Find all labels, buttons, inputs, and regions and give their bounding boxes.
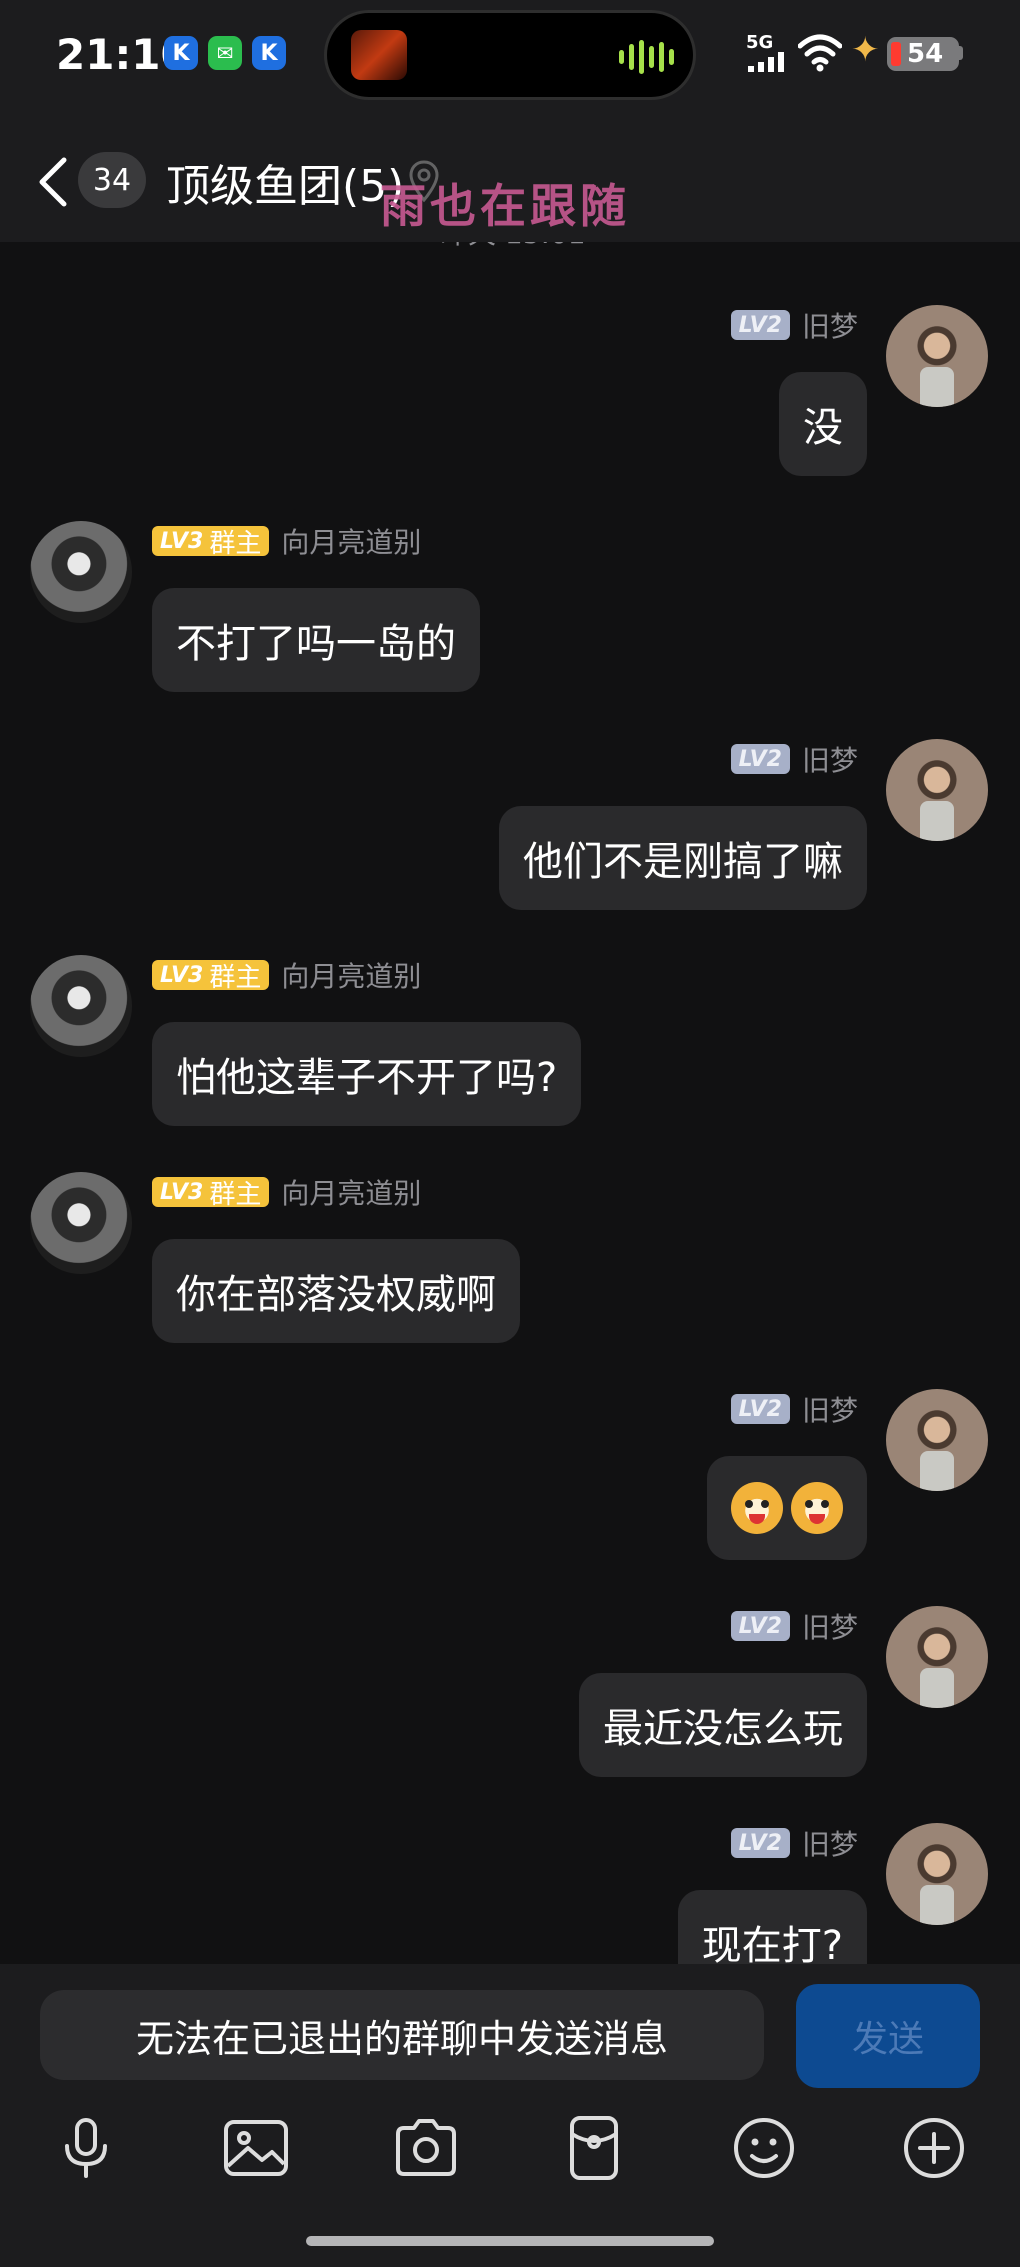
sender-name: 旧梦 [801,310,858,343]
message-text: 你在部落没权威啊 [176,1272,496,1318]
sender-info: LV3 群主 向月亮道别 [152,522,421,560]
wechat-icon: ✉ [208,36,242,70]
message-text: 他们不是刚搞了嘛 [523,839,843,885]
sender-name: 旧梦 [801,1828,858,1861]
sender-info: LV2 旧梦 [730,1824,858,1862]
message-bubble[interactable]: 没 [779,372,867,476]
emoji-icon[interactable] [728,2112,800,2184]
message-bubble[interactable]: 不打了吗一岛的 [152,588,480,692]
camera-icon[interactable] [390,2112,462,2184]
avatar[interactable] [886,1823,988,1925]
sender-info: LV2 旧梦 [730,740,858,778]
sender-name: 旧梦 [801,1394,858,1427]
owner-role-label: 群主 [209,1179,262,1210]
dynamic-island[interactable] [324,10,696,100]
wifi-icon [798,34,842,72]
message-list[interactable]: 昨天 15:01 LV2 旧梦 没 LV3群主 向月亮道别 不打了吗一岛的 LV… [0,242,1020,1964]
sender-info: LV2 旧梦 [730,1607,858,1645]
unread-count-badge[interactable]: 34 [78,152,146,208]
chat-title[interactable]: 顶级鱼团(5) [166,150,404,214]
sender-name: 旧梦 [801,744,858,777]
avatar[interactable] [886,1606,988,1708]
status-bar: 21:10 K ✉ K 5G ✦ 54 [0,0,1020,120]
audio-wave-icon [619,39,675,75]
message-bubble[interactable]: 怕他这辈子不开了吗? [152,1022,582,1126]
sender-info: LV3 群主 向月亮道别 [152,956,421,994]
message-bubble[interactable]: 你在部落没权威啊 [152,1239,520,1343]
sender-name: 旧梦 [801,1611,858,1644]
star-icon: ✦ [851,30,880,70]
level-badge: LV2 [730,1394,790,1424]
message-bubble[interactable]: 最近没怎么玩 [579,1673,867,1777]
message-text: 最近没怎么玩 [603,1706,843,1752]
kuaishou-icon: K [164,36,198,70]
game-app-icon [351,30,407,80]
dog-face-emoji [731,1482,783,1534]
owner-role-label: 群主 [209,528,262,559]
kuaishou-icon: K [252,36,286,70]
avatar[interactable] [886,739,988,841]
message-text: 没 [803,405,843,451]
chat-header: 34 顶级鱼团(5) 雨也在跟随 [0,120,1020,242]
network-type: 5G [746,32,774,53]
image-icon[interactable] [220,2112,292,2184]
message-text: 现在打? [701,1923,843,1964]
avatar[interactable] [30,955,132,1057]
home-indicator[interactable] [306,2236,714,2246]
sender-name: 向月亮道别 [281,960,422,993]
battery-tip [958,46,963,60]
message-input-disabled[interactable]: 无法在已退出的群聊中发送消息 [40,1990,764,2080]
plus-icon[interactable] [898,2112,970,2184]
message-text: 不打了吗一岛的 [176,621,456,667]
message-bubble[interactable]: 他们不是刚搞了嘛 [499,806,867,910]
battery-percent: 54 [907,39,944,69]
red-packet-icon[interactable] [558,2112,630,2184]
cellular-signal-icon [748,52,788,72]
sender-name: 向月亮道别 [281,1177,422,1210]
sender-info: LV3 群主 向月亮道别 [152,1173,421,1211]
level-badge: LV2 [730,1611,790,1641]
message-bubble[interactable]: 现在打? [677,1890,867,1964]
avatar[interactable] [886,305,988,407]
microphone-icon[interactable] [50,2112,122,2184]
sender-info: LV2 旧梦 [730,306,858,344]
sender-info: LV2 旧梦 [730,1390,858,1428]
send-button[interactable]: 发送 [796,1984,980,2088]
message-bubble[interactable] [707,1456,867,1560]
avatar[interactable] [30,521,132,623]
message-timestamp: 昨天 15:01 [440,242,586,252]
battery-level [891,42,901,66]
message-text: 怕他这辈子不开了吗? [176,1055,558,1101]
battery-icon: 54 [887,37,959,71]
back-chevron-icon[interactable] [34,154,74,210]
level-badge: LV2 [730,744,790,774]
level-badge: LV3 群主 [152,526,270,559]
dog-face-emoji [791,1482,843,1534]
sender-name: 向月亮道别 [281,526,422,559]
owner-role-label: 群主 [209,962,262,993]
watermark: 雨也在跟随 [380,179,630,233]
level-badge: LV3 群主 [152,1177,270,1210]
avatar[interactable] [30,1172,132,1274]
composer-bar: 无法在已退出的群聊中发送消息 发送 [0,1964,1020,2267]
level-badge: LV3 群主 [152,960,270,993]
level-badge: LV2 [730,310,790,340]
avatar[interactable] [886,1389,988,1491]
level-badge: LV2 [730,1828,790,1858]
